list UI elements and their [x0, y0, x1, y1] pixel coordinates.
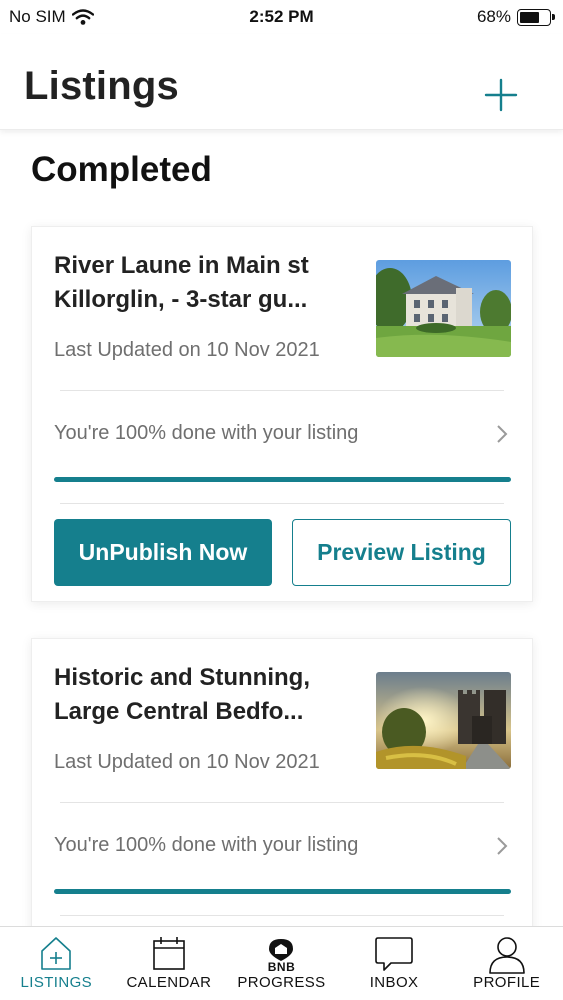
tab-label: CALENDAR: [126, 974, 212, 991]
listing-title[interactable]: Historic and Stunning, Large Central Bed…: [54, 661, 354, 729]
listings-screen: No SIM 2:52 PM 68% Listings Completed Ri…: [0, 0, 563, 1000]
person-icon: [488, 937, 525, 974]
progress-text: You're 100% done with your listing: [54, 422, 359, 444]
tab-label: INBOX: [369, 974, 419, 991]
plus-icon: [484, 78, 518, 112]
divider: [60, 802, 504, 803]
preview-listing-button[interactable]: Preview Listing: [292, 519, 511, 586]
tab-label: PROGRESS: [237, 974, 326, 991]
listing-card: River Laune in Main st Killorglin, - 3-s…: [31, 226, 533, 602]
listing-title-line: Historic and Stunning,: [54, 664, 310, 691]
tab-profile[interactable]: PROFILE: [450, 927, 563, 1000]
tab-inbox[interactable]: INBOX: [338, 927, 451, 1000]
listing-title-line: River Laune in Main st: [54, 252, 309, 279]
battery-percent: 68%: [476, 7, 511, 26]
last-updated-text: Last Updated on 10 Nov 2021: [54, 339, 320, 361]
listing-title-line: Large Central Bedfo...: [54, 698, 304, 725]
calendar-icon: [153, 937, 185, 970]
house-photo: [376, 260, 511, 357]
listing-card: Historic and Stunning, Large Central Bed…: [31, 638, 533, 926]
divider: [60, 915, 504, 916]
header: Listings: [0, 34, 563, 130]
listing-progress-row[interactable]: You're 100% done with your listing: [32, 405, 532, 465]
chevron-right-icon: [497, 837, 508, 855]
tab-calendar[interactable]: CALENDAR: [113, 927, 226, 1000]
divider: [60, 390, 504, 391]
progress-bar: [54, 889, 511, 894]
listing-title[interactable]: River Laune in Main st Killorglin, - 3-s…: [54, 249, 354, 317]
last-updated-text: Last Updated on 10 Nov 2021: [54, 751, 320, 773]
listing-thumbnail[interactable]: [376, 672, 511, 769]
unpublish-button[interactable]: UnPublish Now: [54, 519, 272, 586]
listing-progress-row[interactable]: You're 100% done with your listing: [32, 817, 532, 877]
page-title: Listings: [24, 64, 179, 108]
add-listing-button[interactable]: [484, 78, 518, 112]
battery-level: [520, 11, 540, 23]
tab-listings[interactable]: LISTINGS: [0, 927, 113, 1000]
listing-thumbnail[interactable]: [376, 260, 511, 357]
progress-bar: [54, 477, 511, 482]
bnb-badge-text: BNB: [267, 960, 296, 974]
section-title: Completed: [31, 150, 212, 189]
divider: [60, 503, 504, 504]
tab-label: PROFILE: [473, 974, 541, 991]
progress-bar-fill: [54, 477, 511, 482]
chevron-right-icon: [497, 425, 508, 443]
battery-icon: [517, 8, 555, 26]
listing-title-line: Killorglin, - 3-star gu...: [54, 286, 308, 313]
status-bar: No SIM 2:52 PM 68%: [0, 0, 563, 34]
chat-bubble-icon: [375, 937, 413, 971]
house-plus-icon: [41, 937, 72, 970]
castle-photo: [376, 672, 511, 769]
tab-progress[interactable]: BNB PROGRESS: [225, 927, 338, 1000]
status-right: 68%: [476, 7, 555, 27]
progress-bar-fill: [54, 889, 511, 894]
tab-bar: LISTINGS CALENDAR BNB PROGRESS INBOX PRO…: [0, 926, 563, 1000]
progress-text: You're 100% done with your listing: [54, 834, 359, 856]
tab-label: LISTINGS: [20, 974, 93, 991]
listings-content[interactable]: Completed River Laune in Main st Killorg…: [0, 130, 563, 926]
